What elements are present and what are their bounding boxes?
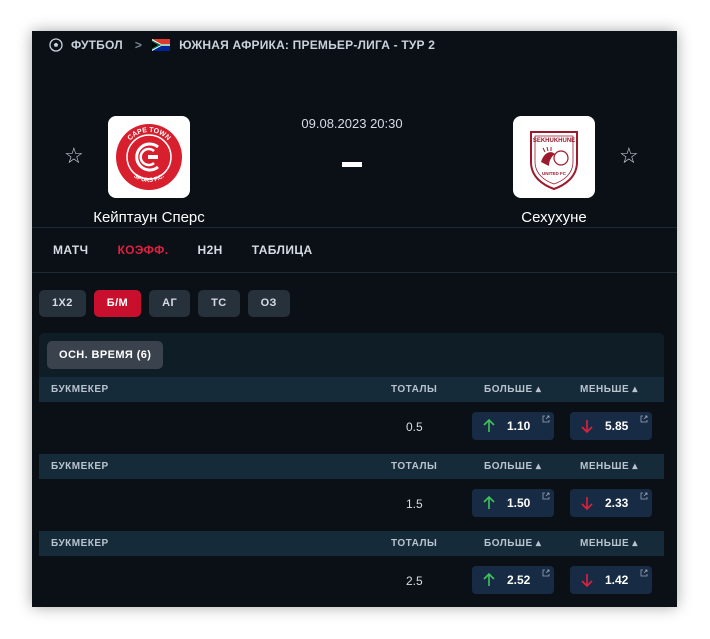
favorite-away-star-icon[interactable]: ☆ [619, 145, 639, 167]
header-totals: ТОТАЛЫ [391, 384, 438, 395]
odds-under-button[interactable]: 2.33 [570, 489, 652, 517]
favorite-home-star-icon[interactable]: ☆ [64, 145, 84, 167]
match-panel: ФУТБОЛ > ЮЖНАЯ АФРИКА: ПРЕМЬЕР-ЛИГА - ТУ… [32, 31, 677, 607]
header-bookmaker: БУКМЕКЕР [51, 384, 109, 395]
odds-market-tabs: 1X2 Б/М АГ ТС ОЗ [39, 290, 290, 317]
match-tabs: МАТЧ КОЭФФ. H2H ТАБЛИЦА [32, 227, 677, 273]
header-under[interactable]: МЕНЬШЕ ▴ [580, 461, 638, 472]
odds-over-button[interactable]: 1.50 [472, 489, 554, 517]
away-logo-text-top: SEKHUKHUNE [533, 138, 575, 144]
odds-value: 2.52 [507, 573, 531, 587]
subtab-asian-handicap[interactable]: АГ [149, 290, 191, 317]
breadcrumb-league[interactable]: ЮЖНАЯ АФРИКА: ПРЕМЬЕР-ЛИГА - ТУР 2 [179, 38, 435, 52]
period-button[interactable]: ОСН. ВРЕМЯ (6) [47, 341, 164, 369]
arrow-up-icon [483, 495, 495, 509]
external-link-icon [640, 415, 648, 423]
arrow-up-icon [483, 418, 495, 432]
external-link-icon [542, 492, 550, 500]
odds-under-button[interactable]: 5.85 [570, 412, 652, 440]
tab-odds[interactable]: КОЭФФ. [117, 227, 168, 273]
match-datetime: 09.08.2023 20:30 [301, 116, 403, 131]
header-under[interactable]: МЕНЬШЕ ▴ [580, 384, 638, 395]
tab-h2h[interactable]: H2H [198, 227, 223, 273]
subtab-over-under[interactable]: Б/М [93, 290, 142, 317]
home-team-logo[interactable]: CAPE TOWN SPURS F.C. [108, 116, 190, 198]
away-logo-text-bottom: UNITED FC [542, 171, 567, 176]
subtab-correct-score[interactable]: ОЗ [247, 290, 290, 317]
subtab-both-teams-score[interactable]: ТС [198, 290, 240, 317]
header-bookmaker: БУКМЕКЕР [51, 538, 109, 549]
total-value: 2.5 [406, 574, 423, 588]
table-header-row: БУКМЕКЕР ТОТАЛЫ БОЛЬШЕ ▴ МЕНЬШЕ ▴ [39, 454, 664, 479]
odds-value: 1.10 [507, 419, 531, 433]
arrow-up-icon [483, 572, 495, 586]
header-totals: ТОТАЛЫ [391, 538, 438, 549]
table-header-row: БУКМЕКЕР ТОТАЛЫ БОЛЬШЕ ▴ МЕНЬШЕ ▴ [39, 377, 664, 402]
header-over[interactable]: БОЛЬШЕ ▴ [484, 461, 541, 472]
cape-town-spurs-logo-icon: CAPE TOWN SPURS F.C. [116, 124, 182, 190]
south-africa-flag-icon [152, 39, 171, 51]
header-bookmaker: БУКМЕКЕР [51, 461, 109, 472]
table-row: 1.5 1.50 2.33 [39, 479, 664, 531]
soccer-ball-icon [49, 38, 63, 52]
tab-standings[interactable]: ТАБЛИЦА [252, 227, 313, 273]
odds-table: ОСН. ВРЕМЯ (6) БУКМЕКЕР ТОТАЛЫ БОЛЬШЕ ▴ … [39, 333, 664, 607]
odds-value: 5.85 [605, 419, 629, 433]
arrow-down-icon [581, 420, 593, 434]
header-over[interactable]: БОЛЬШЕ ▴ [484, 384, 541, 395]
table-row: 0.5 1.10 5.85 [39, 402, 664, 454]
sekhukhune-united-logo-icon: SEKHUKHUNE UNITED FC [530, 131, 578, 191]
table-header-row: БУКМЕКЕР ТОТАЛЫ БОЛЬШЕ ▴ МЕНЬШЕ ▴ [39, 531, 664, 556]
odds-value: 2.33 [605, 496, 629, 510]
odds-over-button[interactable]: 1.10 [472, 412, 554, 440]
score-placeholder [342, 162, 362, 167]
total-value: 0.5 [406, 420, 423, 434]
away-team-name[interactable]: Сехухуне [464, 209, 644, 226]
total-value: 1.5 [406, 497, 423, 511]
chevron-right-icon: > [134, 38, 143, 52]
external-link-icon [542, 569, 550, 577]
match-header: ☆ CAPE TOWN SPURS F.C. Кейптаун Сперс 09… [32, 59, 677, 229]
breadcrumb: ФУТБОЛ > ЮЖНАЯ АФРИКА: ПРЕМЬЕР-ЛИГА - ТУ… [32, 31, 677, 59]
header-over[interactable]: БОЛЬШЕ ▴ [484, 538, 541, 549]
breadcrumb-sport[interactable]: ФУТБОЛ [71, 38, 123, 52]
home-team-name[interactable]: Кейптаун Сперс [59, 209, 239, 226]
external-link-icon [640, 492, 648, 500]
tab-match[interactable]: МАТЧ [53, 227, 88, 273]
odds-under-button[interactable]: 1.42 [570, 566, 652, 594]
subtab-1x2[interactable]: 1X2 [39, 290, 86, 317]
table-row: 2.5 2.52 1.42 [39, 556, 664, 607]
arrow-down-icon [581, 497, 593, 511]
arrow-down-icon [581, 574, 593, 588]
header-totals: ТОТАЛЫ [391, 461, 438, 472]
header-under[interactable]: МЕНЬШЕ ▴ [580, 538, 638, 549]
odds-value: 1.50 [507, 496, 531, 510]
external-link-icon [542, 415, 550, 423]
away-team-logo[interactable]: SEKHUKHUNE UNITED FC [513, 116, 595, 198]
odds-over-button[interactable]: 2.52 [472, 566, 554, 594]
odds-value: 1.42 [605, 573, 629, 587]
external-link-icon [640, 569, 648, 577]
